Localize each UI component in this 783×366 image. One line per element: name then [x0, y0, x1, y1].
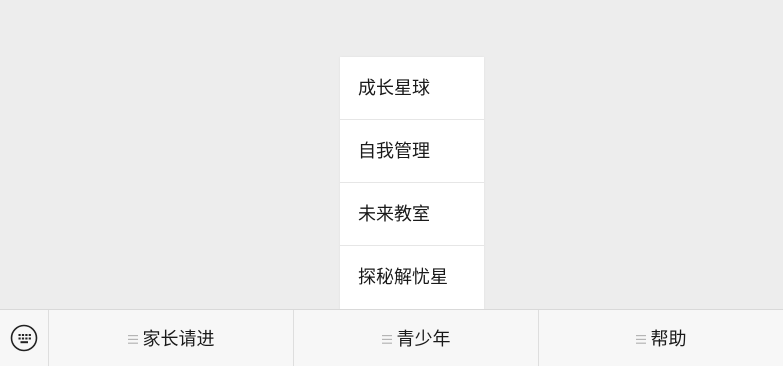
submenu-lines-icon [635, 334, 646, 344]
bottom-menu-bar: 家长请进 青少年 帮助 [0, 309, 783, 366]
submenu-item-explore-worry-star[interactable]: 探秘解忧星 [340, 246, 484, 310]
submenu-item-self-management[interactable]: 自我管理 [340, 120, 484, 183]
submenu-lines-icon [381, 334, 392, 344]
keyboard-icon [10, 324, 38, 352]
submenu-lines-icon [127, 334, 138, 344]
submenu-item-future-classroom[interactable]: 未来教室 [340, 183, 484, 246]
menu-tab-label: 家长请进 [142, 329, 215, 350]
menu-tab-label: 帮助 [650, 329, 687, 350]
menu-tab-teenagers[interactable]: 青少年 [293, 310, 538, 366]
menu-tab-help[interactable]: 帮助 [538, 310, 783, 366]
menu-tab-label: 青少年 [396, 329, 451, 350]
menu-tab-parents[interactable]: 家长请进 [49, 310, 293, 366]
keyboard-toggle-button[interactable] [0, 310, 49, 366]
submenu-popup: 成长星球 自我管理 未来教室 探秘解忧星 [340, 57, 484, 310]
submenu-item-growth-planet[interactable]: 成长星球 [340, 57, 484, 120]
